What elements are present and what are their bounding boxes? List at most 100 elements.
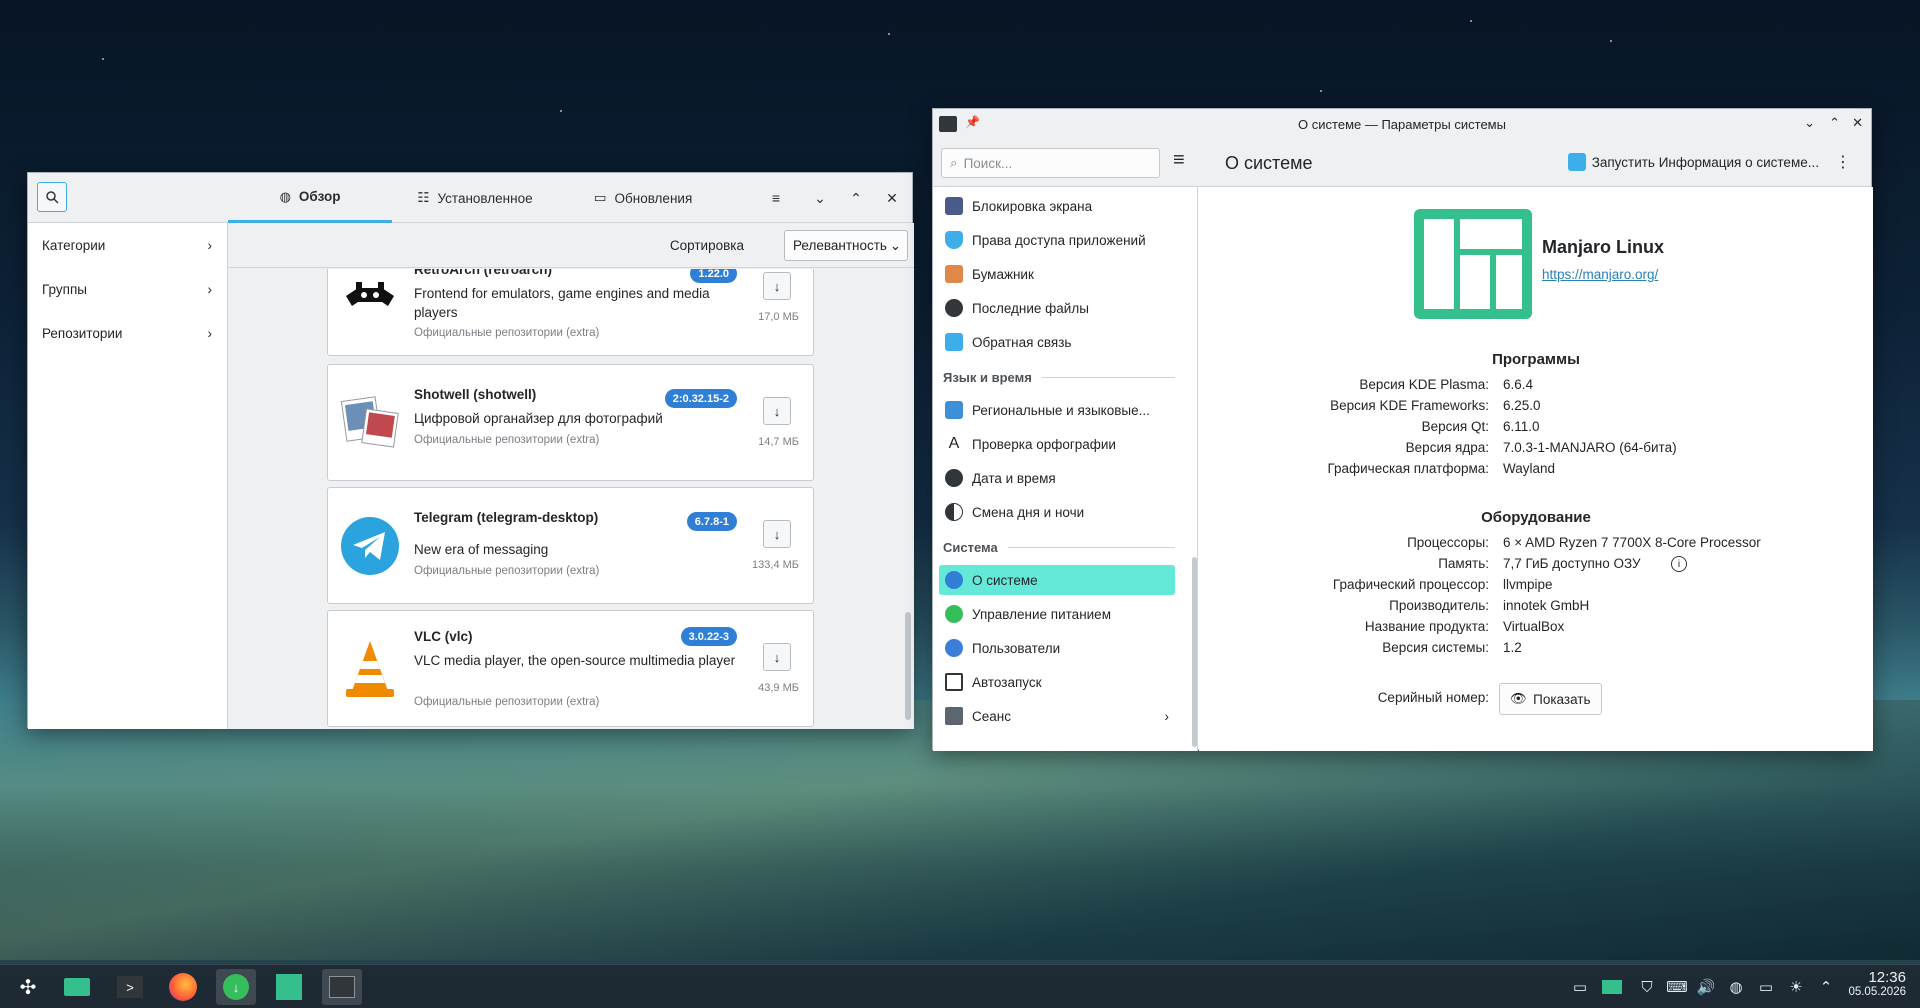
updates-icon: ▭ xyxy=(593,190,607,205)
tray-show-desktop[interactable]: ▭ xyxy=(1570,977,1590,997)
search-input[interactable]: ⌕ Поиск... xyxy=(941,148,1160,178)
app-menu-icon[interactable] xyxy=(939,116,957,132)
tab-updates[interactable]: ▭ Обновления xyxy=(568,173,718,223)
nav-item-lock-screen[interactable]: Блокировка экрана xyxy=(939,191,1175,221)
app-launcher-button[interactable]: ✣ xyxy=(8,969,48,1005)
discover-header: ◍ Обзор ☷ Установленное ▭ Обновления ≡ ⌄… xyxy=(28,173,912,223)
app-card-telegram[interactable]: Telegram (telegram-desktop) 6.7.8-1 New … xyxy=(327,487,814,604)
app-size: 17,0 МБ xyxy=(758,311,799,323)
launch-info-center-button[interactable]: Запустить Информация о системе... xyxy=(1567,153,1819,171)
search-button[interactable] xyxy=(37,182,67,212)
app-card-vlc[interactable]: VLC (vlc) 3.0.22-3 VLC media player, the… xyxy=(327,610,814,727)
taskbar-terminal[interactable]: > xyxy=(110,969,150,1005)
tray-security[interactable]: ⛉ xyxy=(1637,977,1657,997)
scrollbar[interactable] xyxy=(1192,557,1197,747)
install-button[interactable]: ↓ xyxy=(763,643,791,671)
night-light-icon xyxy=(945,503,963,521)
app-card-shotwell[interactable]: Shotwell (shotwell) 2:0.32.15-2 Цифровой… xyxy=(327,364,814,481)
more-options-button[interactable]: ⋮ xyxy=(1835,152,1851,172)
tray-network[interactable]: ◍ xyxy=(1726,977,1746,997)
tray-volume[interactable]: 🔊 xyxy=(1696,977,1716,997)
tray-display[interactable]: ▭ xyxy=(1756,977,1776,997)
globe-icon: ◍ xyxy=(279,188,291,204)
hamburger-menu-button[interactable]: ≡ xyxy=(766,188,786,208)
show-serial-button[interactable]: 👁 Показать xyxy=(1499,683,1602,715)
sidebar-item-categories[interactable]: Категории › xyxy=(28,223,228,267)
taskbar-system-settings[interactable] xyxy=(322,969,362,1005)
info-row: Версия системы: 1.2 xyxy=(1382,640,1522,655)
launcher-icon: ✣ xyxy=(19,976,37,999)
discover-window: ◍ Обзор ☷ Установленное ▭ Обновления ≡ ⌄… xyxy=(27,172,914,729)
info-row: Графическая платформа: Wayland xyxy=(1327,461,1556,476)
info-row: Память: 7,7 ГиБ доступно ОЗУ i xyxy=(1199,556,1873,576)
terminal-icon: ⌨ xyxy=(1666,979,1688,996)
taskbar-firefox[interactable] xyxy=(163,969,203,1005)
tab-installed[interactable]: ☷ Установленное xyxy=(400,173,550,223)
install-button[interactable]: ↓ xyxy=(763,397,791,425)
info-icon xyxy=(945,571,963,589)
nav-item-about[interactable]: О системе xyxy=(939,565,1175,595)
tab-overview[interactable]: ◍ Обзор xyxy=(228,173,392,223)
manjaro-logo xyxy=(1414,209,1532,319)
app-description: New era of messaging xyxy=(414,542,549,557)
info-row: Версия KDE Frameworks: 6.25.0 xyxy=(1330,398,1541,413)
minimize-button[interactable]: ⌄ xyxy=(1804,115,1815,131)
taskbar-file-manager[interactable] xyxy=(57,969,97,1005)
info-row: Процессоры: 6 × AMD Ryzen 7 7700X 8-Core … xyxy=(1407,535,1761,550)
nav-item-wallet[interactable]: Бумажник xyxy=(939,259,1175,289)
app-repo: Официальные репозитории (extra) xyxy=(414,696,600,708)
lock-screen-icon xyxy=(945,197,963,215)
distro-link[interactable]: https://manjaro.org/ xyxy=(1542,267,1658,282)
tray-expand[interactable]: ⌃ xyxy=(1816,977,1836,997)
tray-pager[interactable] xyxy=(1602,977,1622,997)
info-row: Графический процессор: llvmpipe xyxy=(1332,577,1553,592)
nav-item-users[interactable]: Пользователи xyxy=(939,633,1175,663)
chevron-right-icon: › xyxy=(1164,708,1170,724)
nav-item-power[interactable]: Управление питанием xyxy=(939,599,1175,629)
close-icon: ✕ xyxy=(886,189,898,206)
app-description: VLC media player, the open-source multim… xyxy=(414,653,736,668)
nav-item-feedback[interactable]: Обратная связь xyxy=(939,327,1175,357)
nav-item-session[interactable]: Сеанс › xyxy=(939,701,1175,731)
tray-brightness[interactable]: ☀ xyxy=(1786,977,1806,997)
volume-icon: 🔊 xyxy=(1696,979,1716,996)
chevron-up-icon: ⌃ xyxy=(1819,979,1833,996)
maximize-button[interactable]: ⌃ xyxy=(1829,115,1840,131)
nav-item-app-permissions[interactable]: Права доступа приложений xyxy=(939,225,1175,255)
scrollbar[interactable] xyxy=(905,612,911,720)
info-row: Производитель: innotek GmbH xyxy=(1389,598,1590,613)
nav-item-recent-files[interactable]: Последние файлы xyxy=(939,293,1175,323)
app-list: RetroArch (retroarch) 1.22.0 Frontend fo… xyxy=(228,269,914,729)
sidebar-item-groups[interactable]: Группы › xyxy=(28,267,228,311)
taskbar-manjaro-hello[interactable] xyxy=(269,969,309,1005)
clock[interactable]: 12:36 05.05.2026 xyxy=(1848,969,1906,998)
settings-nav: Блокировка экрана Права доступа приложен… xyxy=(933,187,1198,751)
version-badge: 6.7.8-1 xyxy=(686,512,737,531)
hamburger-menu-button[interactable]: ≡ xyxy=(1173,149,1185,172)
app-card-retroarch[interactable]: RetroArch (retroarch) 1.22.0 Frontend fo… xyxy=(327,269,814,356)
nav-item-spellcheck[interactable]: A Проверка орфографии xyxy=(939,429,1175,459)
region-icon xyxy=(945,401,963,419)
close-button[interactable]: ✕ xyxy=(1852,115,1863,131)
info-center-icon xyxy=(1567,153,1586,171)
taskbar-discover[interactable]: ↓ xyxy=(216,969,256,1005)
vlc-icon xyxy=(346,641,394,697)
nav-item-autostart[interactable]: Автозапуск xyxy=(939,667,1175,697)
discover-sidebar: Категории › Группы › Репозитории › xyxy=(28,223,228,729)
nav-item-regional[interactable]: Региональные и языковые... xyxy=(939,395,1175,425)
chevron-right-icon: › xyxy=(207,281,213,297)
nav-section-system: Система xyxy=(943,540,1175,555)
info-icon[interactable]: i xyxy=(1671,556,1687,572)
install-button[interactable]: ↓ xyxy=(763,272,791,300)
close-button[interactable]: ✕ xyxy=(882,188,902,208)
users-icon xyxy=(945,639,963,657)
sort-dropdown[interactable]: Релевантность ⌄ xyxy=(784,230,908,261)
minimize-button[interactable]: ⌄ xyxy=(810,188,830,208)
pin-icon[interactable]: 📌 xyxy=(965,115,980,129)
nav-item-date-time[interactable]: Дата и время xyxy=(939,463,1175,493)
sidebar-item-repositories[interactable]: Репозитории › xyxy=(28,311,228,355)
maximize-button[interactable]: ⌃ xyxy=(846,188,866,208)
install-button[interactable]: ↓ xyxy=(763,520,791,548)
tray-terminal[interactable]: ⌨ xyxy=(1666,977,1688,997)
nav-item-night-light[interactable]: Смена дня и ночи xyxy=(939,497,1175,527)
